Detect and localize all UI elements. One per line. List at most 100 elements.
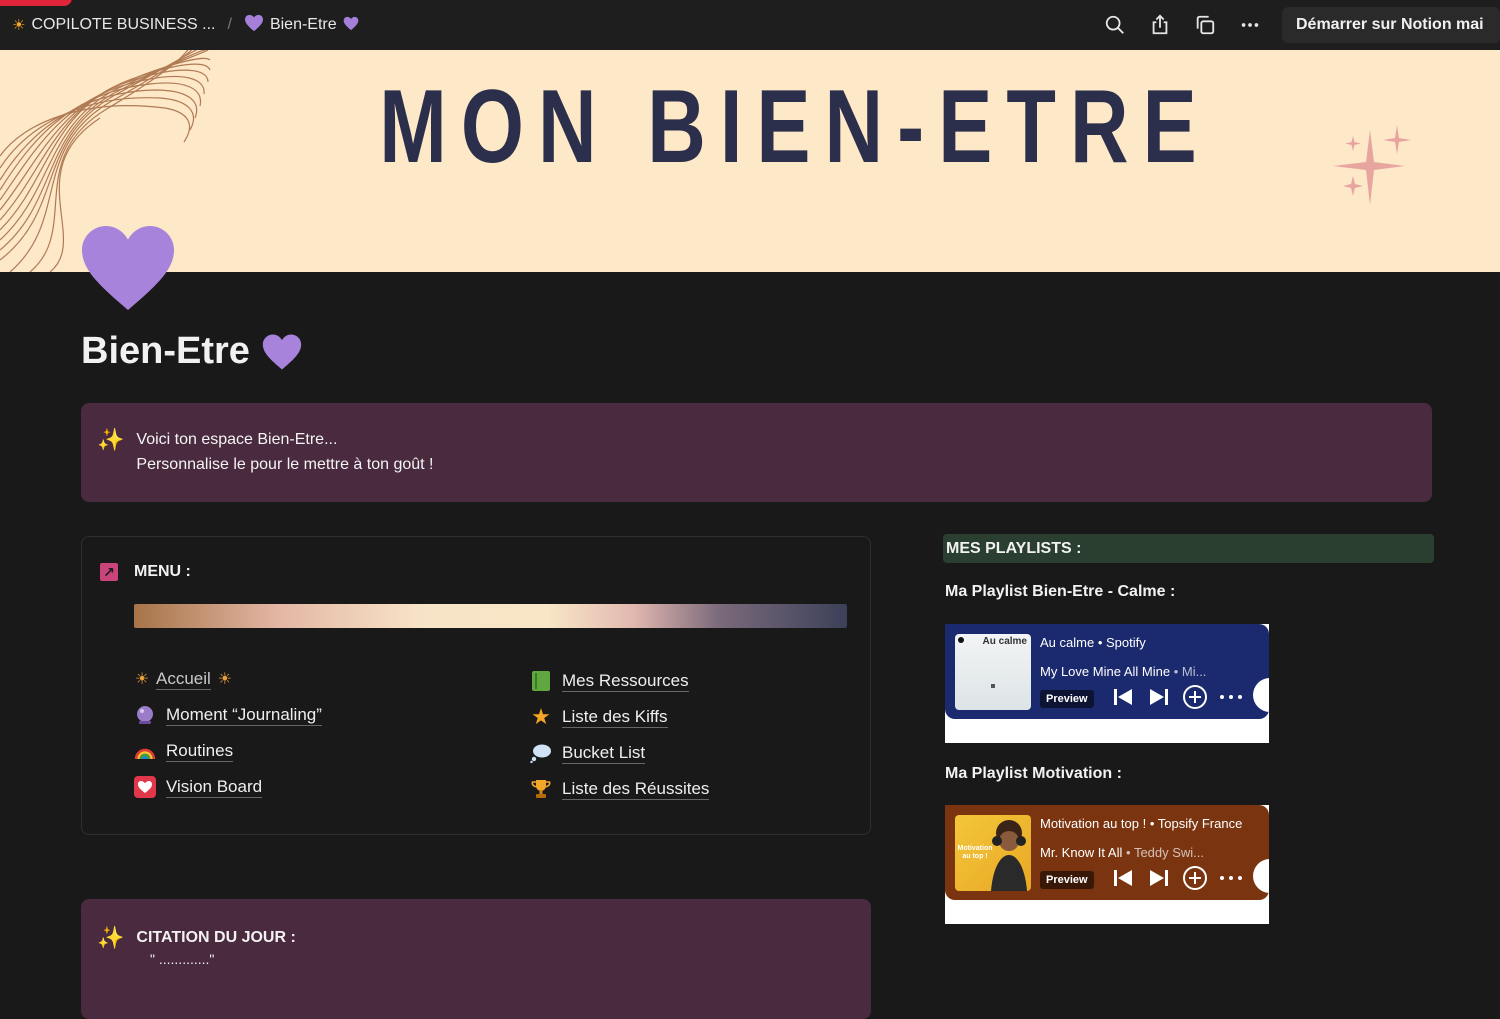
quote-callout: ✨ CITATION DU JOUR : " ............." bbox=[81, 899, 871, 1019]
track-name[interactable]: Mr. Know It All bbox=[1040, 845, 1122, 860]
playlist-name[interactable]: Au calme bbox=[1040, 635, 1094, 650]
playlists-heading: MES PLAYLISTS : bbox=[943, 534, 1434, 563]
menu-column-left: ☀ Accueil ☀ Moment “Journaling” Routines… bbox=[134, 661, 322, 805]
menu-item-journaling[interactable]: Moment “Journaling” bbox=[134, 697, 322, 733]
crystal-ball-icon bbox=[134, 704, 156, 726]
person-illustration bbox=[991, 820, 1027, 891]
breadcrumb-separator: / bbox=[227, 16, 232, 33]
sparkles-icon: ✨ bbox=[97, 427, 125, 452]
gradient-divider bbox=[134, 604, 847, 628]
share-icon bbox=[1152, 14, 1167, 35]
track-name[interactable]: My Love Mine All Mine bbox=[1040, 664, 1170, 679]
more-icon bbox=[1220, 876, 1242, 880]
add-to-library-button[interactable] bbox=[1177, 865, 1213, 891]
recording-badge bbox=[0, 0, 72, 6]
callout-line-1: Voici ton espace Bien-Etre... bbox=[136, 431, 338, 448]
skip-back-icon bbox=[1114, 870, 1132, 886]
sparkles-icon: ✨ bbox=[97, 925, 125, 950]
page-icon-purple-heart[interactable] bbox=[80, 222, 176, 314]
menu-item-kiffs[interactable]: ★ Liste des Kiffs bbox=[530, 699, 709, 735]
boat-icon bbox=[991, 684, 995, 688]
bullet-separator: • bbox=[1126, 845, 1134, 860]
bullet-separator: • bbox=[1149, 816, 1158, 831]
motivation-playlist-title: Ma Playlist Motivation : bbox=[945, 765, 1122, 782]
breadcrumb-item-bien-etre[interactable]: Bien-Etre bbox=[270, 16, 337, 34]
plus-circle-icon bbox=[1183, 866, 1207, 890]
quote-heading-text: CITATION DU JOUR : bbox=[136, 929, 296, 946]
playlist-owner[interactable]: Spotify bbox=[1106, 635, 1146, 650]
page-title: Bien-Etre bbox=[81, 330, 302, 373]
callout-line-2: Personnalise le pour le mettre à ton goû… bbox=[136, 456, 434, 473]
more-icon bbox=[1241, 23, 1258, 27]
menu-heading: ↗ MENU : bbox=[100, 563, 191, 581]
play-button[interactable] bbox=[1253, 678, 1269, 712]
menu-item-bucket-list[interactable]: Bucket List bbox=[530, 735, 709, 771]
breadcrumb: ☀ COPILOTE BUSINESS ... / Bien-Etre bbox=[12, 14, 365, 36]
more-options-button[interactable] bbox=[1213, 684, 1249, 710]
previous-track-button[interactable] bbox=[1105, 865, 1141, 891]
sun-icon: ☀ bbox=[217, 671, 232, 688]
menu-item-ressources[interactable]: Mes Ressources bbox=[530, 663, 709, 699]
calm-playlist-title: Ma Playlist Bien-Etre - Calme : bbox=[945, 583, 1176, 600]
next-track-button[interactable] bbox=[1141, 684, 1177, 710]
spotify-player-calm: Au calme Au calme • Spotify My Love Mine… bbox=[945, 624, 1269, 719]
purple-heart-icon bbox=[82, 226, 174, 310]
skip-forward-icon bbox=[1150, 689, 1168, 705]
more-icon bbox=[1220, 695, 1242, 699]
search-icon bbox=[1105, 15, 1124, 34]
menu-item-accueil[interactable]: ☀ Accueil ☀ bbox=[134, 661, 322, 697]
quote-heading: ✨ CITATION DU JOUR : bbox=[97, 925, 871, 951]
intro-callout: ✨ Voici ton espace Bien-Etre... Personna… bbox=[81, 403, 1432, 502]
duplicate-button[interactable] bbox=[1182, 0, 1227, 50]
sparkle-icon bbox=[1333, 125, 1411, 205]
playlist-info-calm: Au calme • Spotify bbox=[1040, 635, 1146, 650]
spotify-logo-icon bbox=[958, 637, 964, 643]
page-cover: MON BIEN-ETRE bbox=[0, 50, 1500, 272]
sun-icon: ☀ bbox=[12, 17, 26, 34]
search-button[interactable] bbox=[1092, 0, 1137, 50]
bullet-separator: • bbox=[1097, 635, 1106, 650]
purple-heart-icon bbox=[343, 16, 359, 35]
callout-text: Voici ton espace Bien-Etre... Personnali… bbox=[136, 427, 433, 502]
preview-badge: Preview bbox=[1040, 871, 1094, 889]
playlists-heading-text: MES PLAYLISTS : bbox=[946, 539, 1082, 557]
breadcrumb-item-copilote[interactable]: COPILOTE BUSINESS ... bbox=[31, 16, 215, 34]
bullet-separator: • bbox=[1173, 664, 1182, 679]
star-icon: ★ bbox=[531, 704, 551, 729]
top-bar: ☀ COPILOTE BUSINESS ... / Bien-Etre Déma… bbox=[0, 0, 1500, 50]
menu-item-vision-board[interactable]: Vision Board bbox=[134, 769, 322, 805]
menu-block: ↗ MENU : ☀ Accueil ☀ Moment “Journaling”… bbox=[81, 536, 871, 835]
more-options-button[interactable] bbox=[1213, 865, 1249, 891]
artist-name[interactable]: Teddy Swi... bbox=[1134, 845, 1204, 860]
playlist-name[interactable]: Motivation au top ! bbox=[1040, 816, 1146, 831]
album-cover-text: Au calme bbox=[982, 636, 1027, 647]
purple-heart-icon bbox=[244, 14, 264, 36]
album-cover-au-calme: Au calme bbox=[955, 634, 1031, 710]
previous-track-button[interactable] bbox=[1105, 684, 1141, 710]
next-track-button[interactable] bbox=[1141, 865, 1177, 891]
thought-bubble-icon bbox=[530, 742, 552, 764]
artist-name[interactable]: Mi... bbox=[1182, 664, 1207, 679]
player-controls bbox=[1105, 684, 1249, 710]
quote-body: " ............." bbox=[150, 951, 215, 967]
share-button[interactable] bbox=[1137, 0, 1182, 50]
add-to-library-button[interactable] bbox=[1177, 684, 1213, 710]
start-on-notion-button[interactable]: Démarrer sur Notion mai bbox=[1282, 7, 1500, 43]
playlist-owner[interactable]: Topsify France bbox=[1158, 816, 1243, 831]
album-cover-motivation: Motivation au top ! bbox=[955, 815, 1031, 891]
more-button[interactable] bbox=[1227, 0, 1272, 50]
trophy-icon bbox=[530, 778, 552, 800]
plus-circle-icon bbox=[1183, 685, 1207, 709]
menu-column-right: Mes Ressources ★ Liste des Kiffs Bucket … bbox=[530, 663, 710, 807]
purple-heart-icon bbox=[262, 334, 302, 369]
duplicate-icon bbox=[1196, 15, 1214, 35]
spotify-player-motivation: Motivation au top ! Motivation au top ! … bbox=[945, 805, 1269, 900]
menu-item-routines[interactable]: Routines bbox=[134, 733, 322, 769]
player-controls bbox=[1105, 865, 1249, 891]
rainbow-icon bbox=[134, 740, 156, 762]
play-button[interactable] bbox=[1253, 859, 1269, 893]
menu-item-reussites[interactable]: Liste des Réussites bbox=[530, 771, 710, 807]
track-info-calm: My Love Mine All Mine • Mi... bbox=[1040, 664, 1206, 679]
playlist-info-motivation: Motivation au top ! • Topsify France bbox=[1040, 816, 1242, 831]
arrow-up-right-icon: ↗ bbox=[100, 563, 118, 581]
